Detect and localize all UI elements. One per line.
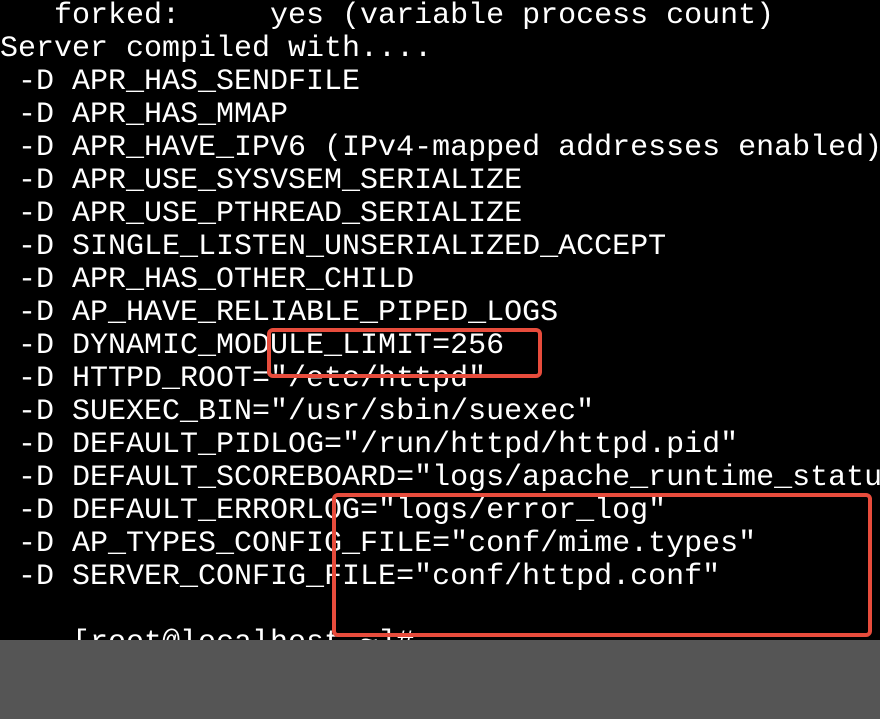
terminal-line: -D DYNAMIC_MODULE_LIMIT=256 xyxy=(0,330,880,363)
prompt-text: [root@localhost ~]# xyxy=(72,626,432,640)
terminal-line: -D DEFAULT_PIDLOG="/run/httpd/httpd.pid" xyxy=(0,429,880,462)
terminal-line: -D SERVER_CONFIG_FILE="conf/httpd.conf" xyxy=(0,561,880,594)
terminal-prompt[interactable]: [root@localhost ~]# xyxy=(0,594,880,627)
terminal-line: -D AP_TYPES_CONFIG_FILE="conf/mime.types… xyxy=(0,528,880,561)
terminal-line: -D DEFAULT_ERRORLOG="logs/error_log" xyxy=(0,495,880,528)
terminal-line: -D HTTPD_ROOT="/etc/httpd" xyxy=(0,363,880,396)
terminal-line: -D APR_HAVE_IPV6 (IPv4-mapped addresses … xyxy=(0,132,880,165)
terminal-line: forked: yes (variable process count) xyxy=(0,0,880,33)
terminal-line: -D APR_USE_SYSVSEM_SERIALIZE xyxy=(0,165,880,198)
terminal-line: Server compiled with.... xyxy=(0,33,880,66)
terminal-line: -D SINGLE_LISTEN_UNSERIALIZED_ACCEPT xyxy=(0,231,880,264)
terminal-window[interactable]: forked: yes (variable process count) Ser… xyxy=(0,0,880,640)
terminal-line: -D DEFAULT_SCOREBOARD="logs/apache_runti… xyxy=(0,462,880,495)
terminal-line: -D APR_HAS_SENDFILE xyxy=(0,66,880,99)
terminal-line: -D SUEXEC_BIN="/usr/sbin/suexec" xyxy=(0,396,880,429)
terminal-line: -D APR_USE_PTHREAD_SERIALIZE xyxy=(0,198,880,231)
terminal-line: -D APR_HAS_MMAP xyxy=(0,99,880,132)
terminal-line: -D APR_HAS_OTHER_CHILD xyxy=(0,264,880,297)
bottom-bar xyxy=(0,640,880,719)
terminal-line: -D AP_HAVE_RELIABLE_PIPED_LOGS xyxy=(0,297,880,330)
